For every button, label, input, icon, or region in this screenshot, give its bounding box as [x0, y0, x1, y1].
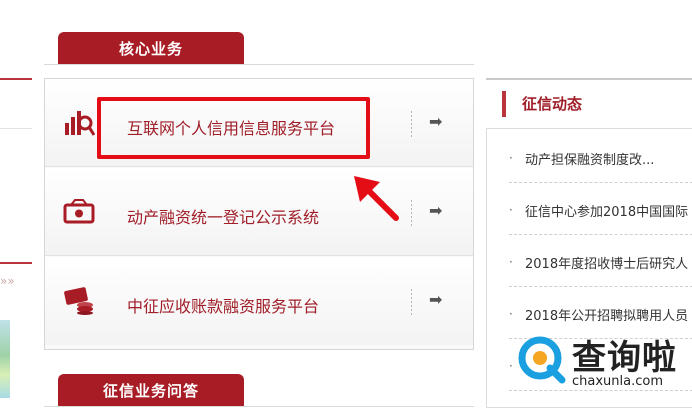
bullet: · — [509, 307, 513, 321]
bullet: · — [509, 203, 513, 217]
highlight-annotation-box — [97, 97, 370, 159]
news-link[interactable]: 征信中心参加2018中国国际 — [525, 201, 688, 220]
news-link[interactable]: 2018年度招收博士后研究人 — [525, 253, 688, 272]
core-business-underline — [44, 64, 474, 65]
bullet: · — [509, 255, 513, 269]
service-separator — [411, 289, 412, 315]
left-section-rule — [0, 78, 32, 80]
arrow-right-icon[interactable]: ➡ — [429, 112, 442, 131]
left-section-rule-2 — [0, 262, 32, 264]
news-title: 征信动态 — [522, 95, 583, 113]
credit-news-header: 征信动态 — [486, 78, 692, 124]
service-row-receivables[interactable]: 中征应收账款融资服务平台 ➡ — [45, 257, 473, 345]
chart-magnifier-icon — [65, 111, 95, 136]
left-banner-image[interactable] — [0, 320, 10, 398]
service-separator — [411, 200, 412, 226]
money-icon — [63, 199, 95, 224]
card-coins-icon — [64, 287, 93, 315]
service-label[interactable]: 中征应收账款融资服务平台 — [127, 293, 319, 317]
news-item[interactable]: · 2018年度招收博士后研究人 — [509, 235, 692, 287]
news-item[interactable]: · 征信中心参加2018中国国际 — [509, 183, 692, 235]
left-divider — [0, 128, 32, 129]
credit-qa-tab: 征信业务问答 — [58, 374, 244, 406]
arrow-right-icon[interactable]: ➡ — [429, 290, 442, 309]
core-business-tab: 核心业务 — [58, 32, 244, 64]
service-row-movable-property[interactable]: 动产融资统一登记公示系统 ➡ — [45, 168, 473, 256]
watermark-logo-icon — [518, 336, 566, 384]
annotation-arrow-icon — [354, 176, 399, 221]
watermark-url: chaxunla.com — [572, 374, 663, 389]
news-header-bar — [502, 91, 506, 117]
watermark: 查询啦 chaxunla.com — [516, 330, 692, 394]
watermark-title: 查询啦 — [572, 338, 677, 378]
news-link[interactable]: 2018年公开招聘拟聘用人员 — [525, 305, 688, 324]
news-link[interactable]: 动产担保融资制度改... — [525, 149, 654, 168]
service-separator — [411, 111, 412, 137]
news-item[interactable]: · 动产担保融资制度改... — [509, 131, 692, 183]
bullet: · — [509, 359, 513, 373]
credit-qa-underline — [44, 406, 474, 407]
more-chevron-icon[interactable]: »» — [0, 274, 15, 288]
arrow-right-icon[interactable]: ➡ — [429, 201, 442, 220]
bullet: · — [509, 151, 513, 165]
service-label[interactable]: 动产融资统一登记公示系统 — [127, 204, 319, 228]
